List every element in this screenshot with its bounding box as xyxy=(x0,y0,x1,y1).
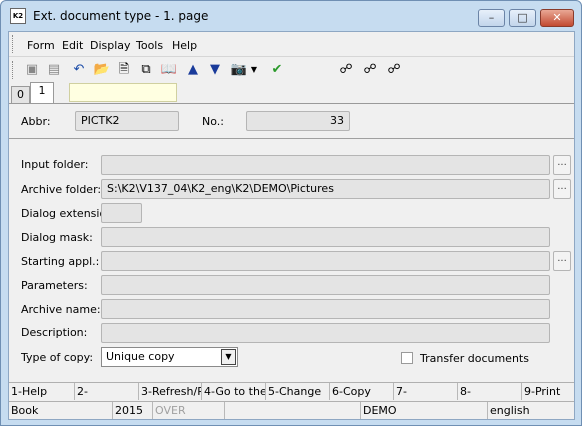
menu-edit[interactable]: Edit xyxy=(62,39,83,52)
application-window: K2 Ext. document type - 1. page – □ ✕ Fo… xyxy=(0,0,582,426)
find-next-icon[interactable]: ☍ xyxy=(361,61,379,79)
f9-print-key[interactable]: 9-Print xyxy=(522,383,574,400)
save-all-icon[interactable]: ▤ xyxy=(45,61,63,79)
function-key-bar: 1-Help 2- 3-Refresh/R 4-Go to the l 5-Ch… xyxy=(9,382,574,400)
f3-refresh-key[interactable]: 3-Refresh/R xyxy=(139,383,202,400)
save-icon[interactable]: ▣ xyxy=(23,61,41,79)
chevron-down-icon[interactable]: ▼ xyxy=(221,349,236,365)
menu-help[interactable]: Help xyxy=(172,39,197,52)
description-label: Description: xyxy=(21,326,88,339)
status-year: 2015 xyxy=(113,402,153,419)
type-of-copy-select[interactable]: Unique copy ▼ xyxy=(101,347,238,367)
tab-info-field xyxy=(69,83,177,102)
menu-display[interactable]: Display xyxy=(90,39,131,52)
app-icon: K2 xyxy=(10,8,26,24)
abbr-label: Abbr: xyxy=(21,115,51,128)
status-mode: OVER xyxy=(153,402,225,419)
toolbar-grip xyxy=(12,61,15,79)
header-separator xyxy=(9,138,574,139)
transfer-documents-checkbox[interactable] xyxy=(401,352,413,364)
window-title: Ext. document type - 1. page xyxy=(33,9,209,23)
dialog-extension-field[interactable] xyxy=(101,203,142,223)
toolbar: ▣ ▤ ↶ 📂 🗎 ⧉ 📖 ▲ ▼ 📷 ▼ ✔ ☍ ☍ ☍ xyxy=(9,58,574,82)
abbr-field[interactable]: PICTK2 xyxy=(75,111,179,131)
no-label: No.: xyxy=(202,115,224,128)
transfer-documents-label: Transfer documents xyxy=(420,352,529,365)
type-of-copy-value: Unique copy xyxy=(106,350,175,363)
archive-folder-field[interactable]: S:\K2\V137_04\K2_eng\K2\DEMO\Pictures xyxy=(101,179,550,199)
archive-name-label: Archive name: xyxy=(21,303,101,316)
close-button[interactable]: ✕ xyxy=(540,9,574,27)
arrow-up-icon[interactable]: ▲ xyxy=(184,61,202,79)
form-page: Abbr: PICTK2 No.: 33 Input folder: ... A… xyxy=(9,103,574,381)
menu-grip xyxy=(12,35,15,53)
book-icon[interactable]: 📖 xyxy=(160,61,178,79)
f4-go-to-key[interactable]: 4-Go to the l xyxy=(202,383,266,400)
menu-form[interactable]: Form xyxy=(27,39,55,52)
dropdown-arrow-icon[interactable]: ▼ xyxy=(249,61,259,79)
archive-folder-browse-button[interactable]: ... xyxy=(553,179,571,199)
parameters-label: Parameters: xyxy=(21,279,88,292)
dialog-mask-field[interactable] xyxy=(101,227,550,247)
starting-appl-label: Starting appl.: xyxy=(21,255,100,268)
tab-1[interactable]: 1 xyxy=(30,82,54,104)
archive-name-field[interactable] xyxy=(101,299,550,319)
input-folder-label: Input folder: xyxy=(21,158,89,171)
dialog-extension-label: Dialog extension xyxy=(21,207,114,220)
copy-icon[interactable]: ⧉ xyxy=(137,61,155,79)
checkmark-icon[interactable]: ✔ xyxy=(268,61,286,79)
status-database: DEMO xyxy=(361,402,488,419)
find-previous-icon[interactable]: ☍ xyxy=(385,61,403,79)
camera-icon[interactable]: 📷 xyxy=(230,61,248,79)
f7-key[interactable]: 7- xyxy=(394,383,458,400)
f1-help-key[interactable]: 1-Help xyxy=(9,383,75,400)
no-field[interactable]: 33 xyxy=(246,111,350,131)
title-bar[interactable]: K2 Ext. document type - 1. page – □ ✕ xyxy=(1,1,581,31)
minimize-button[interactable]: – xyxy=(478,9,505,27)
status-module: Book xyxy=(9,402,113,419)
status-blank xyxy=(225,402,361,419)
page-tabs: 0 1 xyxy=(9,82,574,104)
starting-appl-browse-button[interactable]: ... xyxy=(553,251,571,271)
parameters-field[interactable] xyxy=(101,275,550,295)
type-of-copy-label: Type of copy: xyxy=(21,351,94,364)
f2-key[interactable]: 2- xyxy=(75,383,139,400)
status-language: english xyxy=(490,404,530,417)
f6-copy-key[interactable]: 6-Copy xyxy=(330,383,394,400)
arrow-down-icon[interactable]: ▼ xyxy=(206,61,224,79)
status-bar: Book 2015 OVER DEMO english xyxy=(9,401,574,419)
input-folder-browse-button[interactable]: ... xyxy=(553,155,571,175)
find-icon[interactable]: ☍ xyxy=(337,61,355,79)
new-document-icon[interactable]: 🗎 xyxy=(115,61,133,79)
description-field[interactable] xyxy=(101,323,550,343)
archive-folder-label: Archive folder: xyxy=(21,183,102,196)
menu-tools[interactable]: Tools xyxy=(136,39,163,52)
input-folder-field[interactable] xyxy=(101,155,550,175)
f5-change-key[interactable]: 5-Change xyxy=(266,383,330,400)
dialog-mask-label: Dialog mask: xyxy=(21,231,93,244)
client-area: Form Edit Display Tools Help ▣ ▤ ↶ 📂 🗎 ⧉… xyxy=(8,31,575,420)
tab-0[interactable]: 0 xyxy=(11,86,30,104)
maximize-button[interactable]: □ xyxy=(509,9,536,27)
starting-appl-field[interactable] xyxy=(101,251,550,271)
open-folder-icon[interactable]: 📂 xyxy=(93,61,111,79)
menu-bar: Form Edit Display Tools Help xyxy=(9,32,574,57)
f8-key[interactable]: 8- xyxy=(458,383,522,400)
undo-icon[interactable]: ↶ xyxy=(70,61,88,79)
